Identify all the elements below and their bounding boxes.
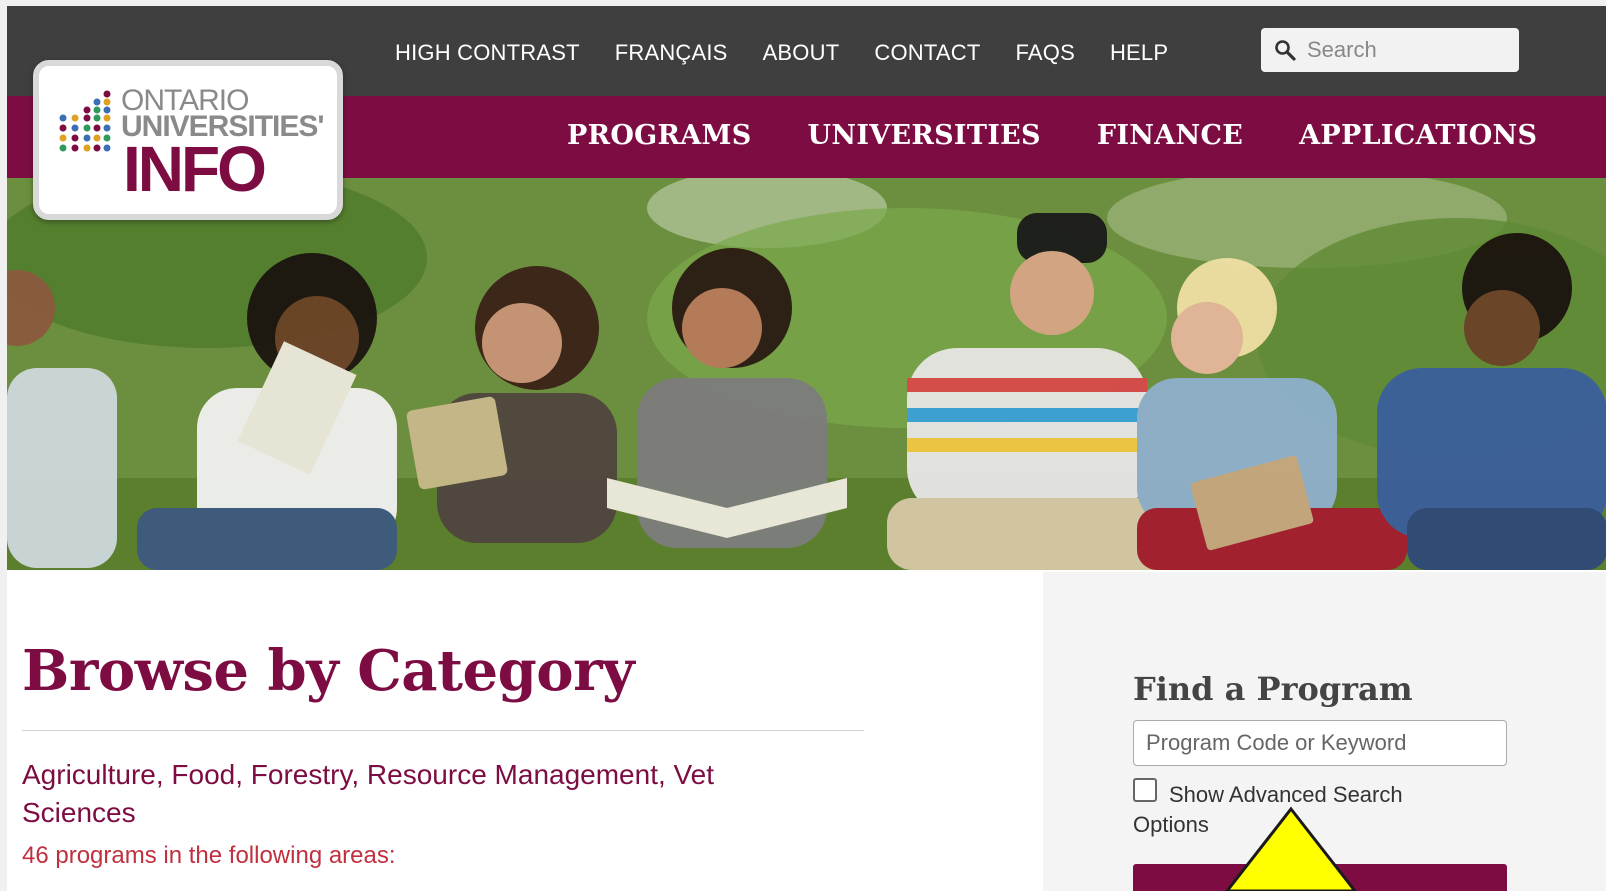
search-input[interactable] xyxy=(1307,37,1507,63)
browse-section: Browse by Category Agriculture, Food, Fo… xyxy=(22,572,1022,891)
program-keyword-input[interactable] xyxy=(1133,720,1507,766)
about-link[interactable]: ABOUT xyxy=(763,40,840,66)
francais-link[interactable]: FRANÇAIS xyxy=(615,40,728,66)
nav-universities[interactable]: UNIVERSITIES xyxy=(808,120,1041,151)
contact-link[interactable]: CONTACT xyxy=(874,40,980,66)
advanced-search-checkbox[interactable] xyxy=(1133,778,1157,802)
category-link[interactable]: Agriculture, Food, Forestry, Resource Ma… xyxy=(22,756,822,832)
nav-programs[interactable]: PROGRAMS xyxy=(567,120,752,151)
site-search xyxy=(1261,28,1519,72)
main-nav-links: PROGRAMS UNIVERSITIES FINANCE APPLICATIO… xyxy=(567,120,1593,151)
nav-finance[interactable]: FINANCE xyxy=(1097,120,1243,151)
search-icon[interactable] xyxy=(1273,38,1297,62)
program-count: 46 programs in the following areas: xyxy=(22,842,396,869)
logo-dots-icon xyxy=(59,90,111,152)
annotation-arrow-icon xyxy=(1225,806,1357,891)
site-logo[interactable]: ONTARIO UNIVERSITIES' INFO xyxy=(33,60,343,220)
page-title: Browse by Category xyxy=(22,638,635,704)
high-contrast-link[interactable]: HIGH CONTRAST xyxy=(395,40,580,66)
divider xyxy=(22,730,864,731)
nav-applications[interactable]: APPLICATIONS xyxy=(1299,120,1537,151)
utility-links: HIGH CONTRAST FRANÇAIS ABOUT CONTACT FAQ… xyxy=(395,40,1203,66)
help-link[interactable]: HELP xyxy=(1110,40,1168,66)
faqs-link[interactable]: FAQS xyxy=(1015,40,1075,66)
students-photo xyxy=(7,178,1606,570)
page: HIGH CONTRAST FRANÇAIS ABOUT CONTACT FAQ… xyxy=(7,6,1606,891)
find-program-title: Find a Program xyxy=(1133,670,1413,708)
logo-text-info: INFO xyxy=(123,133,267,205)
hero-image xyxy=(7,178,1606,570)
